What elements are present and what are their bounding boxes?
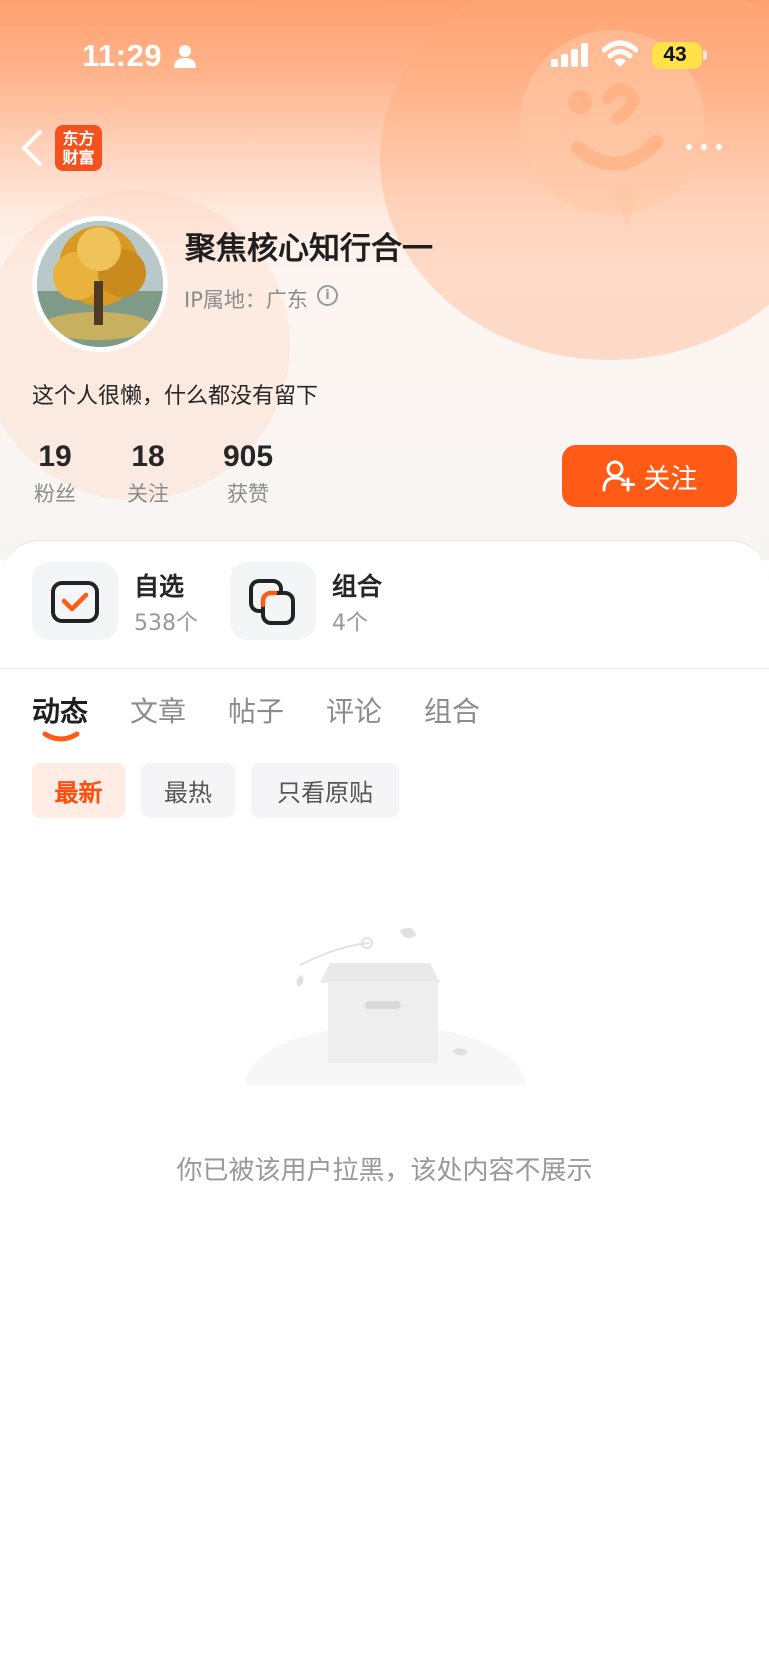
portfolio-title[interactable]: 组合 bbox=[332, 567, 382, 603]
stat-value: 18 bbox=[131, 440, 165, 473]
avatar-tree-image bbox=[37, 221, 163, 347]
person-icon bbox=[174, 45, 196, 68]
content-card bbox=[0, 541, 769, 1665]
decorative-bubble-tail bbox=[610, 185, 638, 229]
avatar[interactable] bbox=[32, 216, 168, 352]
cellular-signal-icon bbox=[551, 43, 588, 67]
filter-original-only[interactable]: 只看原贴 bbox=[251, 763, 399, 818]
app-logo[interactable]: 东方 财富 bbox=[55, 125, 102, 171]
section-divider bbox=[0, 668, 769, 669]
info-icon[interactable]: i bbox=[317, 285, 338, 306]
filter-hottest[interactable]: 最热 bbox=[141, 763, 235, 818]
battery-cap bbox=[703, 50, 707, 60]
active-tab-indicator bbox=[42, 731, 80, 742]
watchlist-count: 538个 bbox=[134, 611, 198, 636]
more-dot bbox=[716, 144, 722, 150]
follow-button-label: 关注 bbox=[643, 463, 698, 495]
app-logo-line2: 财富 bbox=[62, 148, 95, 167]
chevron-left-icon[interactable] bbox=[18, 128, 46, 168]
tab-comments[interactable]: 评论 bbox=[326, 690, 382, 730]
stat-following[interactable]: 18 关注 bbox=[123, 440, 173, 508]
stat-label: 获赞 bbox=[227, 482, 269, 506]
battery-level: 43 bbox=[663, 43, 687, 66]
portfolio-icon bbox=[249, 579, 295, 625]
wifi-icon bbox=[602, 40, 638, 67]
username: 聚焦核心知行合一 bbox=[185, 231, 433, 267]
watchlist-check-icon bbox=[51, 581, 99, 623]
more-horizontal-icon[interactable] bbox=[686, 136, 726, 158]
portfolio-count: 4个 bbox=[332, 611, 368, 636]
ip-location: IP属地：广东 bbox=[184, 288, 308, 312]
status-time: 11:29 bbox=[82, 38, 163, 73]
watchlist-title[interactable]: 自选 bbox=[134, 567, 184, 603]
stat-value: 19 bbox=[38, 440, 72, 473]
add-user-icon bbox=[602, 460, 635, 492]
tab-posts[interactable]: 帖子 bbox=[228, 690, 284, 730]
app-logo-line1: 东方 bbox=[62, 129, 95, 148]
stat-label: 粉丝 bbox=[34, 482, 76, 506]
stat-label: 关注 bbox=[127, 482, 169, 506]
portfolio-shortcut[interactable] bbox=[230, 562, 316, 640]
tab-articles[interactable]: 文章 bbox=[130, 690, 186, 730]
more-dot bbox=[686, 144, 692, 150]
stat-likes[interactable]: 905 获赞 bbox=[212, 440, 284, 508]
stat-followers[interactable]: 19 粉丝 bbox=[30, 440, 80, 508]
status-bar: 11:29 43 bbox=[0, 0, 769, 112]
stat-value: 905 bbox=[222, 440, 274, 473]
tab-portfolios[interactable]: 组合 bbox=[424, 690, 480, 730]
watchlist-shortcut[interactable] bbox=[32, 562, 118, 640]
more-dot bbox=[701, 144, 707, 150]
user-bio: 这个人很懒，什么都没有留下 bbox=[32, 384, 319, 409]
filter-latest[interactable]: 最新 bbox=[32, 763, 125, 818]
empty-state-message: 你已被该用户拉黑，该处内容不展示 bbox=[176, 1156, 593, 1186]
follow-button[interactable]: 关注 bbox=[562, 445, 737, 507]
empty-box-icon bbox=[240, 927, 530, 1095]
tab-dynamics[interactable]: 动态 bbox=[32, 690, 88, 730]
